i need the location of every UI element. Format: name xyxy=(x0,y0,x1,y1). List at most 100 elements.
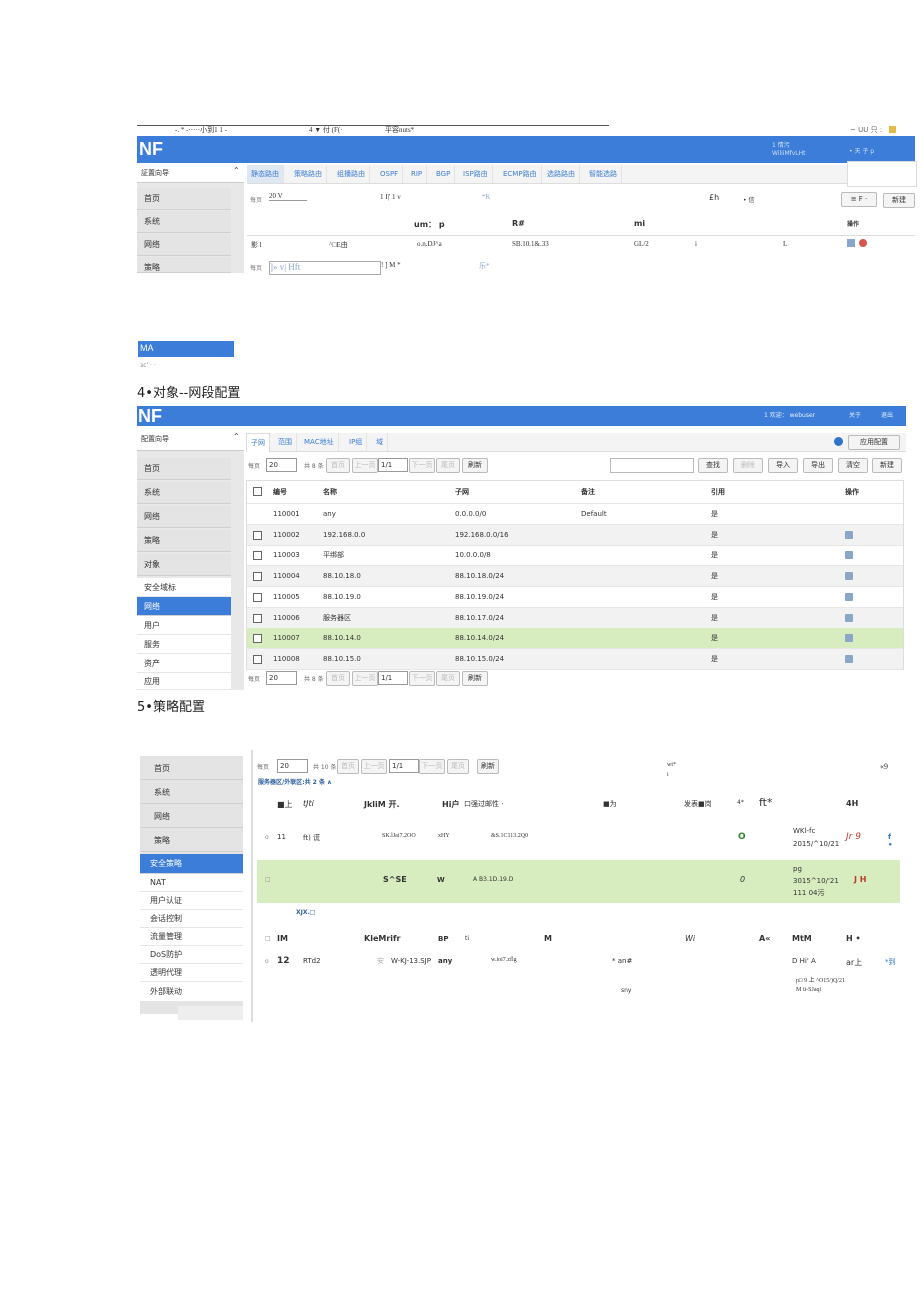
header-about[interactable]: 关于 xyxy=(849,410,861,419)
sidebar-item-system[interactable]: 系统 xyxy=(137,482,231,504)
sidebar-item-network[interactable]: 网络 xyxy=(140,806,243,828)
delete-icon[interactable] xyxy=(859,239,867,247)
last-page-button[interactable]: 尾页 xyxy=(447,759,469,774)
export-button[interactable]: 导出 xyxy=(803,458,833,473)
page-select[interactable]: 1/1 xyxy=(378,671,408,685)
new-button[interactable]: 新建 xyxy=(883,193,915,208)
tab-ip-group[interactable]: IP组 xyxy=(345,433,368,451)
refresh-button[interactable]: 刷新 xyxy=(462,458,488,473)
edit-icon[interactable] xyxy=(845,572,853,581)
prev-page-button[interactable]: 上一页 xyxy=(361,759,387,774)
header-logout[interactable]: 退出 xyxy=(881,410,893,419)
sidebar-item-policy[interactable]: 策略 xyxy=(137,257,231,273)
tab-mac[interactable]: MAC地址 xyxy=(300,433,339,451)
first-page-button[interactable]: 首页 xyxy=(337,759,359,774)
page-select[interactable]: 1 I|' 1 v xyxy=(380,193,401,201)
row-checkbox[interactable] xyxy=(253,613,262,623)
sidebar-sub-network[interactable]: 网络 xyxy=(137,597,231,616)
footer-per-page-select[interactable]: ]» v| Hft xyxy=(269,261,381,275)
next-page-button[interactable]: 下一页 xyxy=(409,671,435,686)
new-button[interactable]: 新建 xyxy=(872,458,902,473)
chevron-up-icon[interactable]: ⌃ xyxy=(233,432,240,441)
header-about[interactable]: • 天 子 p xyxy=(849,146,874,155)
sidebar-sub-dos[interactable]: DoS防护 xyxy=(140,946,243,964)
per-page-select[interactable]: 20 xyxy=(266,458,297,472)
table-row[interactable]: 110007 88.10.14.0 88.10.14.0/24 是 xyxy=(247,628,903,650)
row-checkbox[interactable] xyxy=(253,634,262,644)
table-row[interactable]: 110002 192.168.0.0 192.168.0.0/16 是 xyxy=(247,524,903,546)
clear-button[interactable]: 清空 xyxy=(838,458,868,473)
sidebar-item-policy[interactable]: 策略 xyxy=(137,530,231,552)
tab-smart-route[interactable]: 智能选路 xyxy=(585,165,622,183)
per-page-select[interactable]: 20 xyxy=(277,759,308,773)
page-select[interactable]: 1/1 xyxy=(378,458,408,472)
tab-subnet[interactable]: 子网 xyxy=(246,433,270,452)
sidebar-item-home[interactable]: 首页 xyxy=(137,458,231,480)
row-checkbox[interactable] xyxy=(253,572,262,582)
sidebar-sub-traffic[interactable]: 流量管理 xyxy=(140,928,243,946)
table-row[interactable]: 110008 88.10.15.0 88.10.15.0/24 是 xyxy=(247,648,903,670)
table-row[interactable]: 110004 88.10.18.0 88.10.18.0/24 是 xyxy=(247,566,903,588)
sidebar-item-network[interactable]: 网络 xyxy=(137,234,231,256)
prev-page-button[interactable]: 上一页 xyxy=(352,671,378,686)
per-page-select[interactable]: 20 V xyxy=(269,192,307,201)
table-row[interactable]: 110005 88.10.19.0 88.10.19.0/24 是 xyxy=(247,587,903,608)
tab-static-route[interactable]: 静态路由 xyxy=(247,165,284,183)
sidebar-item-system[interactable]: 系统 xyxy=(140,782,243,804)
help-icon[interactable] xyxy=(834,437,843,446)
select-all-checkbox[interactable] xyxy=(253,487,262,496)
tab-range[interactable]: 范围 xyxy=(274,433,297,451)
last-page-button[interactable]: 尾页 xyxy=(436,671,460,686)
edit-icon[interactable] xyxy=(847,239,855,247)
tab-select-route[interactable]: 选路路由 xyxy=(543,165,580,183)
sidebar-sub-asset[interactable]: 资产 xyxy=(137,654,231,673)
sidebar-sub-zone[interactable]: 安全域标 xyxy=(137,578,231,597)
page-select[interactable]: 1/1 xyxy=(389,759,419,773)
tab-isp-route[interactable]: ISP路由 xyxy=(459,165,493,183)
tab-ospf[interactable]: OSPF xyxy=(376,165,404,183)
table-row[interactable]: 110003 平绑部 10.0.0.0/8 是 xyxy=(247,545,903,567)
sidebar-sub-nat[interactable]: NAT xyxy=(140,874,243,892)
tab-multicast-route[interactable]: 组播路由 xyxy=(333,165,370,183)
table-row[interactable]: 110006 服务器区 88.10.17.0/24 是 xyxy=(247,607,903,629)
import-button[interactable]: 导入 xyxy=(768,458,798,473)
next-page-button[interactable]: 下一页 xyxy=(409,458,435,473)
refresh-button[interactable]: 刷新 xyxy=(462,671,488,686)
row-checkbox[interactable] xyxy=(253,592,262,602)
row-checkbox[interactable] xyxy=(253,551,262,561)
sidebar-sub-service[interactable]: 服务 xyxy=(137,635,231,654)
apply-config-button[interactable]: 应用配置 xyxy=(848,435,900,450)
sidebar-sub-user-auth[interactable]: 用户认证 xyxy=(140,892,243,910)
r3-cell-11[interactable]: *到 xyxy=(885,957,896,967)
tab-ecmp-route[interactable]: ECMP路由 xyxy=(499,165,542,183)
next-page-button[interactable]: 下一页 xyxy=(419,759,445,774)
edit-icon[interactable] xyxy=(845,551,853,560)
edit-icon[interactable] xyxy=(845,654,853,663)
per-page-select[interactable]: 20 xyxy=(266,671,297,685)
sidebar-item-system[interactable]: 系统 xyxy=(137,211,231,233)
delete-button[interactable]: 删除 xyxy=(733,458,763,473)
table-row[interactable]: 110001 any 0.0.0.0/0 Default 是 xyxy=(247,504,903,525)
tab-domain[interactable]: 域 xyxy=(372,433,388,451)
sidebar-sub-app[interactable]: 应用 xyxy=(137,673,231,690)
sidebar-item-policy[interactable]: 策略 xyxy=(140,830,243,852)
tab-bgp[interactable]: BGP xyxy=(432,165,456,183)
first-page-button[interactable]: 首页 xyxy=(326,671,350,686)
edit-icon[interactable] xyxy=(845,634,853,643)
search-button[interactable]: 查找 xyxy=(698,458,728,473)
sidebar-sub-user[interactable]: 用户 xyxy=(137,616,231,635)
sidebar-sub-security-policy[interactable]: 安全策略 xyxy=(140,854,243,874)
refresh-button[interactable]: 刷新 xyxy=(477,759,499,774)
sidebar-sub-proxy[interactable]: 透明代理 xyxy=(140,964,243,982)
first-page-button[interactable]: 首页 xyxy=(326,458,350,473)
chevron-up-icon[interactable]: ⌃ xyxy=(233,166,240,175)
tab-policy-route[interactable]: 策略路由 xyxy=(290,165,327,183)
row-checkbox[interactable] xyxy=(253,654,262,664)
sidebar-sub-linkage[interactable]: 外部联动 xyxy=(140,982,243,1002)
sidebar-item-network[interactable]: 网络 xyxy=(137,506,231,528)
r1-cell-11[interactable]: f • xyxy=(888,833,897,849)
edit-icon[interactable] xyxy=(845,613,853,622)
sidebar-item-home[interactable]: 首页 xyxy=(137,188,231,210)
footer-page-select[interactable]: ! ] M * xyxy=(381,261,401,269)
edit-icon[interactable] xyxy=(845,530,853,539)
